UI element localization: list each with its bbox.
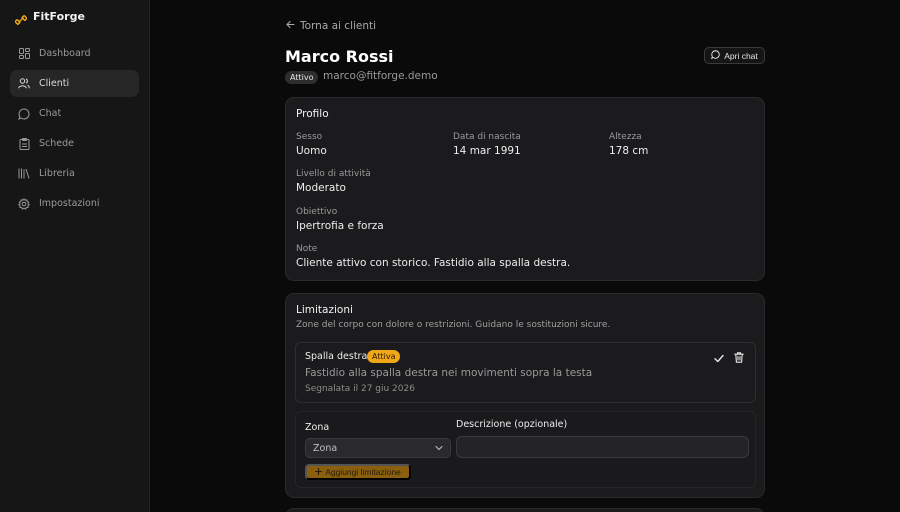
chevron-down-icon xyxy=(435,443,443,454)
birth-date-label: Data di nascita xyxy=(453,132,521,142)
page-title: Marco Rossi xyxy=(285,47,394,66)
birth-date-value: 14 mar 1991 xyxy=(453,145,521,157)
sidebar-item-label: Dashboard xyxy=(39,48,91,59)
open-chat-label: Apri chat xyxy=(724,50,758,61)
delete-limitation-button[interactable] xyxy=(733,351,745,366)
limitation-reported-date: Segnalata il 27 giu 2026 xyxy=(305,384,415,394)
sex-value: Uomo xyxy=(296,145,327,157)
limitation-status-badge: Attiva xyxy=(367,350,401,363)
grid-icon xyxy=(18,48,30,60)
resolve-limitation-button[interactable] xyxy=(713,352,725,364)
goal-value: Ipertrofia e forza xyxy=(296,220,384,232)
description-input[interactable] xyxy=(456,436,749,458)
notes-value: Cliente attivo con storico. Fastidio all… xyxy=(296,257,571,269)
sidebar-item-dashboard[interactable]: Dashboard xyxy=(10,40,139,67)
sidebar-item-label: Chat xyxy=(39,108,62,119)
dumbbell-logo-icon xyxy=(14,11,28,25)
limitation-description: Fastidio alla spalla destra nei moviment… xyxy=(305,367,593,379)
app-name: FitForge xyxy=(33,10,85,23)
gear-icon xyxy=(18,197,30,210)
profile-card: Profilo Sesso Uomo Data di nascita 14 ma… xyxy=(285,97,765,281)
limitations-card: Limitazioni Zone del corpo con dolore o … xyxy=(285,293,765,498)
sidebar-item-schede[interactable]: Schede xyxy=(10,130,139,157)
trash-icon xyxy=(734,351,744,366)
chat-bubble-icon xyxy=(18,107,30,120)
back-to-clients-link[interactable]: Torna ai clienti xyxy=(286,20,376,32)
sidebar-item-chat[interactable]: Chat xyxy=(10,100,139,127)
height-value: 178 cm xyxy=(609,145,649,157)
add-limitation-label: Aggiungi limitazione xyxy=(325,467,401,477)
check-icon xyxy=(714,351,724,366)
zone-select-value: Zona xyxy=(313,442,338,454)
sex-label: Sesso xyxy=(296,132,323,142)
add-limitation-form: Zona Descrizione (opzionale) Zona Aggiun… xyxy=(295,411,756,488)
arrow-left-icon xyxy=(286,20,295,32)
sidebar-item-libreria[interactable]: Libreria xyxy=(10,160,139,187)
sidebar-item-label: Impostazioni xyxy=(39,198,100,209)
back-link-label: Torna ai clienti xyxy=(300,20,377,32)
sidebar: FitForge Dashboard Clienti Chat Schede L… xyxy=(0,0,150,512)
zone-select[interactable]: Zona xyxy=(305,438,451,458)
users-icon xyxy=(18,78,30,90)
goal-label: Obiettivo xyxy=(296,207,338,217)
client-email: marco@fitforge.demo xyxy=(323,70,438,82)
add-limitation-button[interactable]: Aggiungi limitazione xyxy=(305,464,411,480)
activity-level-value: Moderato xyxy=(296,182,346,194)
plus-icon xyxy=(315,467,323,477)
chat-bubble-icon xyxy=(711,50,720,61)
open-chat-button[interactable]: Apri chat xyxy=(704,47,765,64)
brand[interactable]: FitForge xyxy=(14,10,85,25)
library-icon xyxy=(18,168,30,180)
activity-level-label: Livello di attività xyxy=(296,169,371,179)
limitations-subtitle: Zone del corpo con dolore o restrizioni.… xyxy=(296,320,611,330)
sidebar-item-label: Schede xyxy=(39,138,74,149)
description-label: Descrizione (opzionale) xyxy=(456,419,568,430)
sidebar-item-label: Libreria xyxy=(39,168,75,179)
limitations-title: Limitazioni xyxy=(296,304,353,316)
limitation-name: Spalla destra xyxy=(305,351,368,362)
next-card xyxy=(285,508,765,512)
sidebar-item-impostazioni[interactable]: Impostazioni xyxy=(10,190,139,217)
sidebar-item-label: Clienti xyxy=(39,78,70,89)
sidebar-item-clienti[interactable]: Clienti xyxy=(10,70,139,97)
zone-label: Zona xyxy=(305,422,330,433)
clipboard-icon xyxy=(18,137,30,150)
height-label: Altezza xyxy=(609,132,642,142)
limitation-item: Spalla destra Attiva Fastidio alla spall… xyxy=(295,342,756,403)
profile-title: Profilo xyxy=(296,108,329,120)
status-badge: Attivo xyxy=(285,71,319,84)
notes-label: Note xyxy=(296,244,318,254)
